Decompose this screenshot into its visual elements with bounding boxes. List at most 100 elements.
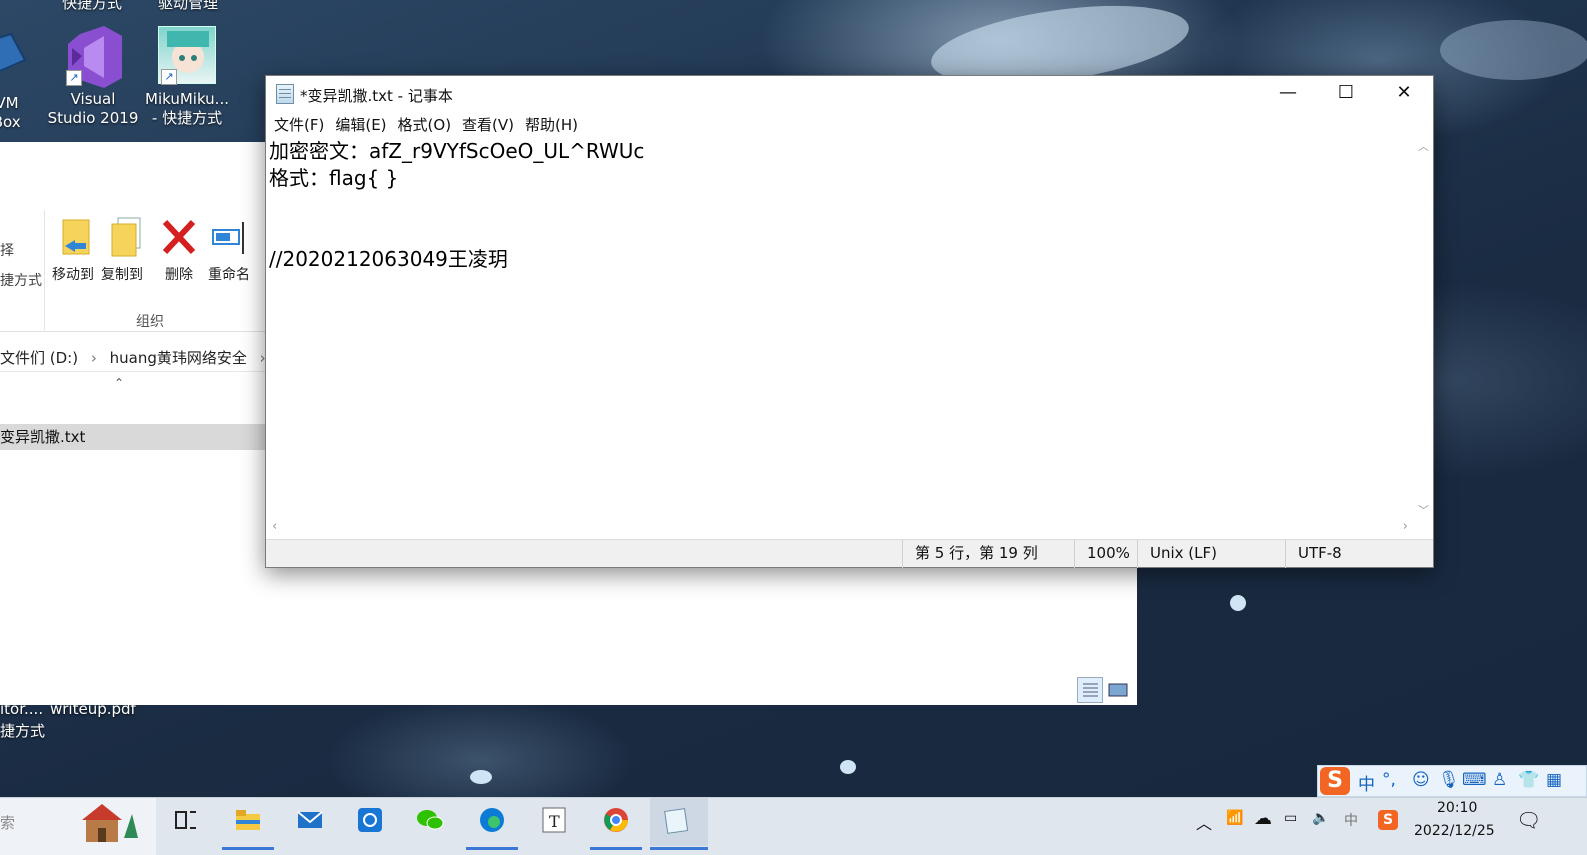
maximize-button[interactable]: ☐: [1317, 76, 1375, 112]
wallpaper-cloud: [1440, 20, 1587, 80]
move-to-icon: [53, 216, 93, 260]
breadcrumb[interactable]: 文件们 (D:) › huang黄玮网络安全 › c: [0, 344, 265, 372]
sogou-logo-icon[interactable]: S: [1320, 767, 1350, 795]
menu-file[interactable]: 文件(F): [274, 114, 324, 135]
keyboard-icon[interactable]: ⌨: [1462, 770, 1487, 790]
close-button[interactable]: ✕: [1375, 76, 1433, 112]
app-icon[interactable]: [344, 798, 396, 846]
ribbon-button-label: 重命名: [208, 267, 250, 283]
breadcrumb-item[interactable]: 文件们 (D:): [0, 349, 78, 367]
cloud-icon[interactable]: ☁: [1254, 808, 1272, 829]
shortcut-arrow-icon: ↗: [161, 69, 177, 85]
details-view-icon[interactable]: [1077, 677, 1103, 703]
desktop-label[interactable]: 捷方式: [0, 720, 45, 741]
chevron-up-icon[interactable]: ⌃: [114, 376, 124, 390]
ribbon-button-label: 复制到: [101, 267, 143, 283]
emoji-icon[interactable]: ☺: [1412, 770, 1430, 790]
desktop-label: 驱动管理: [158, 0, 219, 12]
copy-to-icon: [102, 216, 142, 260]
battery-icon[interactable]: ▭: [1284, 810, 1297, 826]
clock-time[interactable]: 20:10: [1437, 800, 1477, 816]
wallpaper-fragment: [1230, 595, 1246, 611]
volume-icon[interactable]: 🔈: [1312, 810, 1329, 826]
notification-icon[interactable]: 🗨: [1516, 808, 1541, 832]
menu-help[interactable]: 帮助(H): [525, 114, 578, 135]
ribbon-partial-label: 捷方式: [0, 273, 42, 289]
ribbon-button-label: 移动到: [52, 267, 94, 283]
shirt-icon[interactable]: 👕: [1518, 770, 1539, 790]
status-zoom: 100%: [1074, 540, 1138, 568]
text-line: 加密密文：afZ_r9VYfScOeO_UL^RWUc: [269, 139, 645, 163]
vertical-scrollbar[interactable]: ︿ ﹀: [1415, 136, 1433, 520]
mic-icon[interactable]: 🎙: [1438, 770, 1460, 790]
text-line: //2020212063049王凌玥: [269, 247, 508, 271]
chevron-up-icon[interactable]: ︿: [1196, 810, 1212, 834]
wallpaper-fragment: [840, 760, 856, 774]
mail-icon[interactable]: [284, 798, 336, 846]
desktop-icon-virtualbox[interactable]: e VM alBox: [0, 30, 46, 132]
status-line-ending: Unix (LF): [1137, 540, 1285, 568]
status-encoding: UTF-8: [1285, 540, 1433, 568]
window-title: *变异凯撒.txt - 记事本: [300, 87, 453, 105]
apps-icon[interactable]: ▦: [1546, 770, 1562, 790]
visual-studio-icon: ↗: [64, 26, 122, 88]
desktop-icon-miku[interactable]: ↗ MikuMiku... - 快捷方式: [141, 26, 233, 128]
ribbon-group-label: 组织: [136, 314, 164, 330]
ribbon-button-label: 删除: [165, 267, 193, 283]
scroll-down-icon[interactable]: ﹀: [1418, 502, 1429, 518]
chrome-icon[interactable]: [590, 798, 642, 850]
chevron-right-icon: ›: [90, 349, 97, 367]
desktop-icon-label: - 快捷方式: [151, 109, 223, 127]
task-view-icon[interactable]: [160, 798, 212, 846]
file-row-selected[interactable]: 变异凯撒.txt: [0, 424, 265, 450]
shortcut-arrow-icon: ↗: [66, 70, 82, 86]
clock-date[interactable]: 2022/12/25: [1414, 823, 1495, 839]
notepad-window: *变异凯撒.txt - 记事本 — ☐ ✕ 文件(F) 编辑(E) 格式(O) 查看(…: [265, 75, 1434, 568]
large-icons-view-icon[interactable]: [1105, 677, 1131, 703]
edge-icon[interactable]: [466, 798, 518, 850]
notepad-titlebar[interactable]: *变异凯撒.txt - 记事本 — ☐ ✕: [266, 76, 1433, 112]
delete-button[interactable]: 删除: [154, 216, 204, 284]
desktop-icon-label: Studio 2019: [47, 109, 139, 127]
christmas-house-icon[interactable]: [76, 798, 140, 846]
file-explorer-icon[interactable]: [222, 798, 274, 850]
minimize-button[interactable]: —: [1259, 76, 1317, 112]
sogou-tray-icon[interactable]: S: [1378, 810, 1398, 830]
menu-edit[interactable]: 编辑(E): [335, 114, 386, 135]
rename-button[interactable]: 重命名: [204, 216, 254, 284]
status-cursor-position: 第 5 行，第 19 列: [902, 540, 1074, 568]
ribbon-partial-label: 择: [0, 243, 14, 259]
explorer-ribbon: 择 捷方式 移动到 复制到 删除 重命名: [0, 210, 265, 332]
desktop-icon-visual-studio[interactable]: ↗ Visual Studio 2019: [47, 26, 139, 128]
typora-icon[interactable]: T: [528, 798, 580, 846]
notepad-app-icon: [276, 84, 294, 104]
desktop-icon-label: MikuMiku...: [145, 90, 229, 108]
menu-format[interactable]: 格式(O): [398, 114, 452, 135]
text-editor[interactable]: 加密密文：afZ_r9VYfScOeO_UL^RWUc 格式：flag{ } /…: [266, 136, 1416, 520]
wallpaper-fragment: [470, 770, 492, 784]
scroll-right-icon[interactable]: ›: [1403, 519, 1408, 534]
wechat-icon[interactable]: [404, 798, 456, 846]
file-name: 变异凯撒.txt: [0, 428, 86, 446]
copy-to-button[interactable]: 复制到: [97, 216, 147, 284]
ime-indicator[interactable]: 中: [1344, 810, 1358, 830]
notepad-icon[interactable]: [650, 798, 708, 850]
user-icon[interactable]: ♙: [1492, 770, 1507, 790]
breadcrumb-item[interactable]: huang黄玮网络安全: [110, 349, 247, 367]
horizontal-scrollbar[interactable]: ‹ ›: [266, 519, 1416, 537]
rename-icon: [209, 216, 249, 260]
scroll-left-icon[interactable]: ‹: [272, 519, 277, 534]
desktop-label: 快捷方式: [62, 0, 123, 12]
sogou-ime-toolbar: S 中 °, ☺ 🎙 ⌨ ♙ 👕 ▦: [1317, 765, 1587, 797]
delete-icon: [159, 216, 199, 260]
ime-mode-toggle[interactable]: 中: [1358, 770, 1375, 795]
text-line: [269, 219, 1413, 246]
text-line: [269, 192, 1413, 219]
miku-icon: ↗: [158, 26, 216, 85]
move-to-button[interactable]: 移动到: [48, 216, 98, 284]
menu-view[interactable]: 查看(V): [462, 114, 514, 135]
virtualbox-icon: [0, 30, 29, 88]
wifi-icon[interactable]: 📶: [1226, 810, 1243, 826]
ime-punctuation-toggle[interactable]: °,: [1382, 770, 1396, 790]
scroll-up-icon[interactable]: ︿: [1418, 138, 1429, 154]
